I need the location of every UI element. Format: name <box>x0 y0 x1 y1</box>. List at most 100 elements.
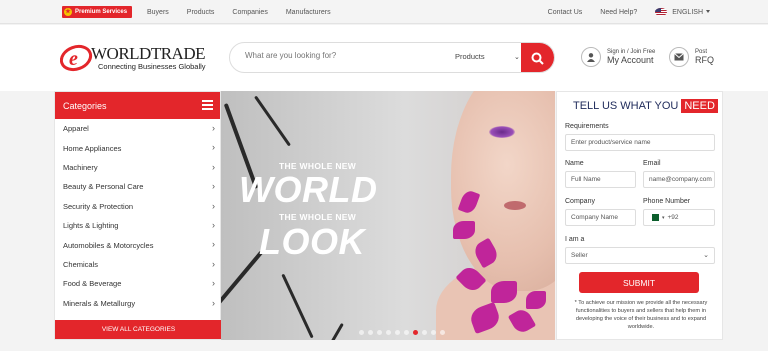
slider-dot[interactable] <box>386 330 391 335</box>
form-note: * To achieve our mission we provide all … <box>574 300 708 330</box>
submit-button[interactable]: SUBMIT <box>579 272 699 293</box>
slider-dot[interactable] <box>359 330 364 335</box>
chevron-right-icon: › <box>212 142 215 153</box>
premium-services-button[interactable]: ★ Premium Services <box>62 6 133 18</box>
account-menu[interactable]: Sign in / Join Free My Account <box>581 47 655 67</box>
search-input[interactable] <box>245 51 425 60</box>
rfq-form: TELL US WHAT YOU NEED Requirements Enter… <box>556 91 723 340</box>
category-label: Security & Protection <box>63 201 134 211</box>
star-icon: ★ <box>64 8 72 16</box>
model-lips <box>504 201 526 210</box>
slider-dot[interactable] <box>413 330 418 335</box>
rfq-label: RFQ <box>695 55 714 65</box>
name-placeholder: Full Name <box>571 176 601 183</box>
category-item-lighting[interactable]: Lights & Lighting › <box>55 216 220 235</box>
role-label: I am a <box>565 236 585 243</box>
contact-us-link[interactable]: Contact Us <box>548 9 583 16</box>
category-label: Home Appliances <box>63 143 122 153</box>
slider-dot[interactable] <box>431 330 436 335</box>
hero-banner[interactable]: THE WHOLE NEW WORLD THE WHOLE NEW LOOK <box>221 91 555 340</box>
slider-dot[interactable] <box>422 330 427 335</box>
role-select[interactable]: Seller ⌄ <box>565 247 715 264</box>
requirements-input[interactable]: Enter product/service name <box>565 134 715 151</box>
category-item-machinery[interactable]: Machinery › <box>55 158 220 177</box>
phone-input[interactable]: ▾ +92 <box>643 209 715 226</box>
language-selector[interactable]: ENGLISH <box>672 9 710 16</box>
premium-services-label: Premium Services <box>75 9 128 15</box>
company-placeholder: Company Name <box>571 214 618 221</box>
language-label: ENGLISH <box>672 8 703 16</box>
category-label: Food & Beverage <box>63 279 122 289</box>
pakistan-flag-icon <box>649 214 659 221</box>
slider-dot[interactable] <box>395 330 400 335</box>
nav-manufacturers[interactable]: Manufacturers <box>286 9 331 16</box>
logo-title: WORLDTRADE <box>91 44 205 63</box>
view-all-label: VIEW ALL CATEGORIES <box>101 326 176 333</box>
need-help-link[interactable]: Need Help? <box>600 9 637 16</box>
makeup-brush <box>221 250 264 322</box>
company-label: Company <box>565 198 595 205</box>
chevron-right-icon: › <box>212 123 215 133</box>
email-input[interactable]: name@company.com <box>643 171 715 188</box>
slider-dot[interactable] <box>404 330 409 335</box>
chevron-right-icon: › <box>212 219 215 230</box>
post-rfq-button[interactable]: Post RFQ <box>669 47 714 67</box>
category-item-chemicals[interactable]: Chemicals › <box>55 255 220 274</box>
categories-title: Categories <box>63 100 107 111</box>
top-nav: Buyers Products Companies Manufacturers <box>147 0 349 24</box>
chevron-right-icon: › <box>212 181 215 192</box>
requirements-placeholder: Enter product/service name <box>571 139 651 146</box>
logo-tagline: Connecting Businesses Globally <box>98 62 206 71</box>
slider-dots <box>359 330 445 335</box>
category-label: Automobiles & Motorcycles <box>63 240 154 250</box>
form-title-highlight: NEED <box>681 99 718 113</box>
search-button[interactable] <box>521 43 554 72</box>
category-item-security[interactable]: Security & Protection › <box>55 197 220 216</box>
orchid-flower <box>453 221 475 239</box>
chevron-right-icon: › <box>212 200 215 211</box>
category-item-food[interactable]: Food & Beverage › <box>55 274 220 293</box>
orchid-flower <box>526 291 546 309</box>
chevron-right-icon: › <box>212 297 215 308</box>
category-item-beauty[interactable]: Beauty & Personal Care › <box>55 177 220 196</box>
name-input[interactable]: Full Name <box>565 171 636 188</box>
company-input[interactable]: Company Name <box>565 209 636 226</box>
caret-down-icon: ▾ <box>662 214 665 221</box>
phone-label: Phone Number <box>643 198 691 205</box>
top-right-links: Contact Us Need Help? ENGLISH <box>530 0 710 24</box>
category-item-minerals[interactable]: Minerals & Metallurgy › <box>55 294 220 313</box>
chevron-down-icon: ⌄ <box>514 54 520 61</box>
category-label: Beauty & Personal Care <box>63 182 144 192</box>
nav-products[interactable]: Products <box>187 9 215 16</box>
category-label: Minerals & Metallurgy <box>63 298 136 308</box>
banner-headline-look: LOOK <box>259 221 365 262</box>
nav-buyers[interactable]: Buyers <box>147 9 169 16</box>
category-item-automobiles[interactable]: Automobiles & Motorcycles › <box>55 235 220 254</box>
form-title-prefix: TELL US WHAT YOU <box>573 100 679 112</box>
svg-text:e: e <box>69 48 78 70</box>
search-category-select[interactable]: Products ⌄ <box>455 52 520 61</box>
view-all-categories-button[interactable]: VIEW ALL CATEGORIES <box>55 320 222 339</box>
makeup-brush <box>321 322 344 340</box>
makeup-brush <box>254 95 291 147</box>
category-item-home-appliances[interactable]: Home Appliances › <box>55 138 220 157</box>
category-item-apparel[interactable]: Apparel › <box>55 119 220 138</box>
orchid-flower <box>491 281 517 303</box>
slider-dot[interactable] <box>368 330 373 335</box>
chevron-right-icon: › <box>212 258 215 269</box>
category-label: Chemicals <box>63 259 99 269</box>
hamburger-menu-icon[interactable] <box>202 100 213 110</box>
worldtrade-logo[interactable]: e WORLDTRADE Connecting Businesses Globa… <box>60 42 220 76</box>
model-eye <box>489 126 515 138</box>
nav-companies[interactable]: Companies <box>232 9 267 16</box>
user-icon <box>581 47 601 67</box>
email-placeholder: name@company.com <box>649 176 712 183</box>
makeup-brush <box>281 273 314 339</box>
search-bar: Products ⌄ <box>229 42 555 73</box>
us-flag-icon <box>655 8 668 16</box>
slider-dot[interactable] <box>440 330 445 335</box>
name-label: Name <box>565 160 584 167</box>
slider-dot[interactable] <box>377 330 382 335</box>
requirements-label: Requirements <box>565 123 609 130</box>
categories-header: Categories <box>55 92 220 119</box>
